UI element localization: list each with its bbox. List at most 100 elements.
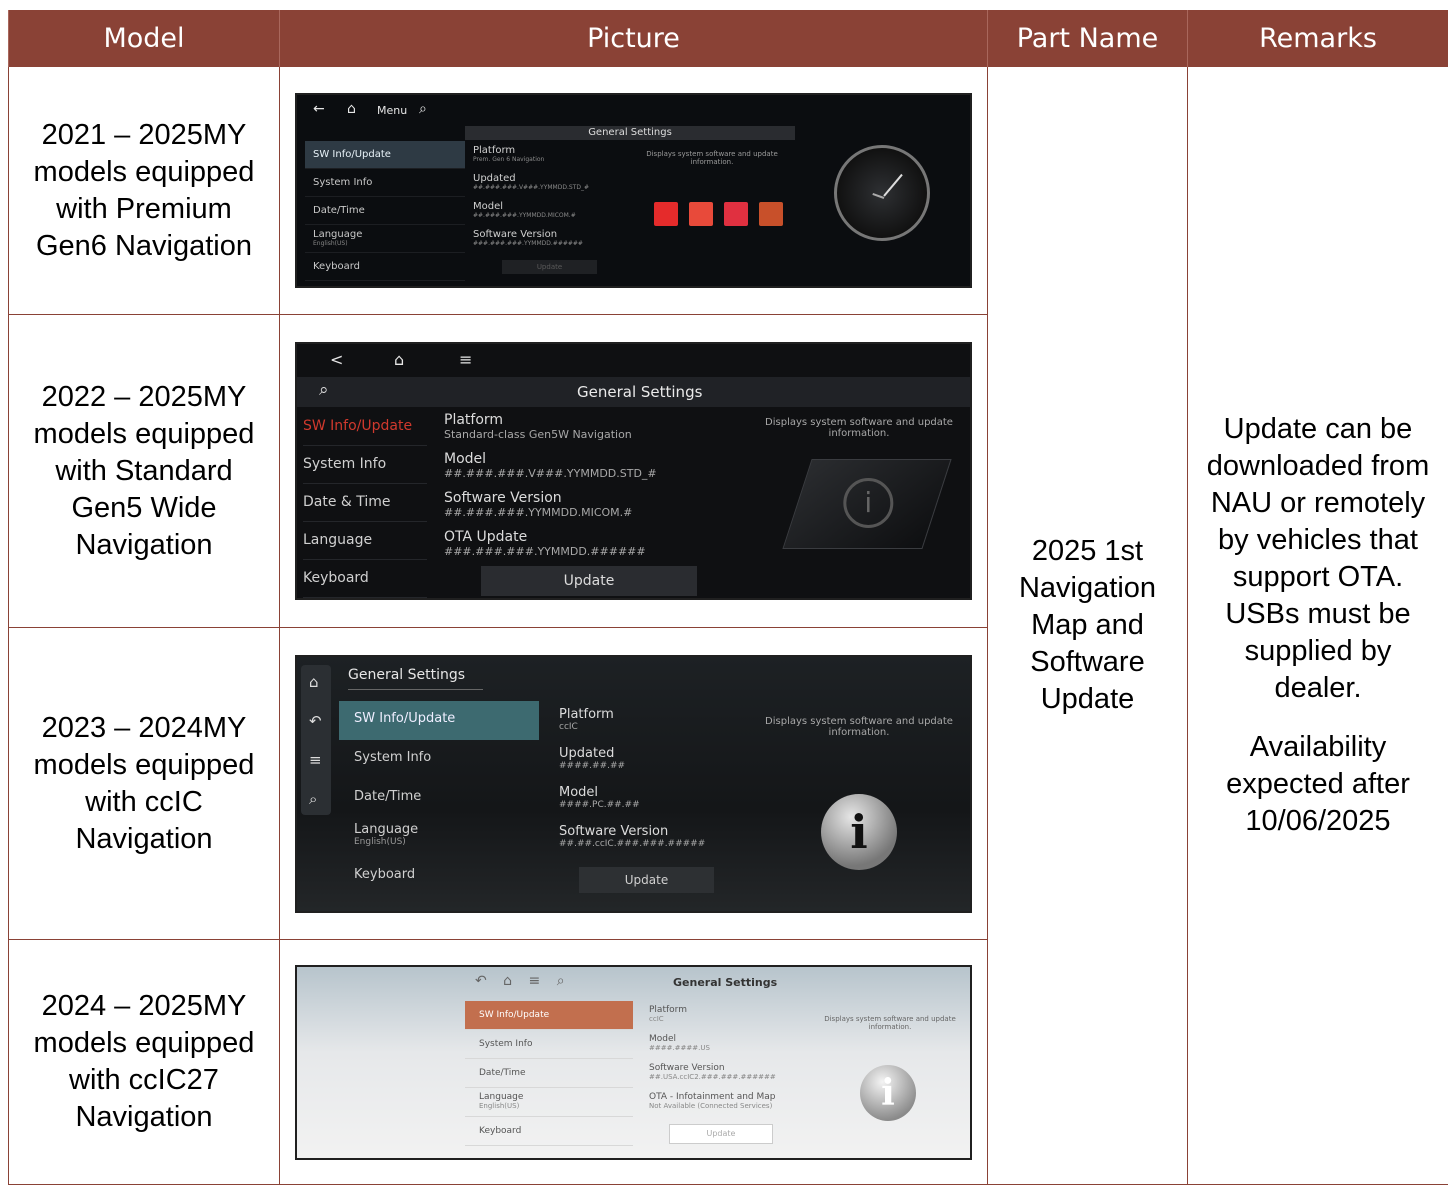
- screenshot-standard-gen5w: < ⌂ ≡ ⌕ General Settings SW Info/Update …: [295, 342, 972, 600]
- model-cell: 2021 – 2025MY models equipped with Premi…: [9, 67, 280, 315]
- header-model: Model: [9, 10, 280, 67]
- list-item: PlatformStandard-class Gen5W Navigation: [444, 412, 744, 451]
- search-icon[interactable]: ⌕: [419, 101, 427, 117]
- info-icon: i: [860, 1065, 916, 1121]
- model-cell: 2024 – 2025MY models equipped with ccIC2…: [9, 940, 280, 1185]
- screenshot-ccic27: ↶ ⌂ ≡ ⌕ General Settings SW Info/Update …: [295, 965, 972, 1160]
- list-item: Software Version##.##.ccIC.###.###.#####: [559, 824, 749, 863]
- title-bar: ⌕ General Settings: [297, 377, 972, 407]
- menu-icon[interactable]: ≡: [309, 751, 322, 769]
- side-nav: ⌂ ↶ ≡ ⌕: [301, 665, 331, 815]
- award-logo-icon: [724, 202, 748, 226]
- list-item: Software Version##.USA.ccIC2.###.###.###…: [649, 1063, 819, 1092]
- info-list: PlatformPrem. Gen 6 Navigation Updated##…: [473, 145, 623, 257]
- picture-cell: < ⌂ ≡ ⌕ General Settings SW Info/Update …: [280, 315, 988, 628]
- list-item: Software Version###.###.###.YYMMDD.#####…: [473, 229, 623, 257]
- picture-cell: ↶ ⌂ ≡ ⌕ General Settings SW Info/Update …: [280, 940, 988, 1185]
- chip-info-icon: i: [782, 459, 951, 549]
- settings-menu: SW Info/Update System Info Date/Time Lan…: [339, 701, 539, 896]
- part-name-cell: 2025 1st Navigation Map and Software Upd…: [988, 67, 1188, 1185]
- menu-item-system-info[interactable]: System Info: [303, 446, 427, 484]
- menu-item-language[interactable]: LanguageEnglish(US): [305, 225, 465, 253]
- list-item: OTA - Infotainment and MapNot Available …: [649, 1092, 819, 1121]
- menu-item-keyboard[interactable]: Keyboard: [305, 253, 465, 281]
- menu-item-system-info[interactable]: System Info: [339, 740, 539, 779]
- model-cell: 2022 – 2025MY models equipped with Stand…: [9, 315, 280, 628]
- picture-cell: ← ⌂ Menu ⌕ General Settings SW Info/Upda…: [280, 67, 988, 315]
- remarks-cell: Update can be downloaded from NAU or rem…: [1188, 67, 1448, 1185]
- settings-menu: SW Info/Update System Info Date/Time Lan…: [305, 141, 465, 281]
- list-item: PlatformccIC: [559, 707, 749, 746]
- update-button[interactable]: Update: [502, 260, 597, 274]
- description-text: Displays system software and update info…: [632, 150, 792, 166]
- menu-item-system-info[interactable]: System Info: [305, 169, 465, 197]
- menu-item-keyboard[interactable]: Keyboard: [303, 560, 427, 598]
- back-icon[interactable]: ←: [313, 101, 325, 117]
- header-part-name: Part Name: [988, 10, 1188, 67]
- list-item: Model####.####.US: [649, 1034, 819, 1063]
- search-icon[interactable]: ⌕: [309, 790, 317, 808]
- award-logo-icon: [759, 202, 783, 226]
- award-logo-icon: [689, 202, 713, 226]
- back-icon[interactable]: <: [330, 350, 343, 369]
- search-icon[interactable]: ⌕: [319, 380, 329, 400]
- bulletin-table: Model Picture Part Name Remarks 2021 – 2…: [8, 10, 1448, 1185]
- nav-icons[interactable]: ↶ ⌂ ≡ ⌕: [475, 973, 571, 989]
- update-button[interactable]: Update: [669, 1124, 773, 1144]
- header-remarks: Remarks: [1188, 10, 1448, 67]
- update-button[interactable]: Update: [579, 867, 714, 893]
- info-list: PlatformStandard-class Gen5W Navigation …: [444, 412, 744, 568]
- menu-item-sw-info[interactable]: SW Info/Update: [465, 1001, 633, 1030]
- menu-item-language[interactable]: Language: [303, 522, 427, 560]
- award-logos: [654, 202, 789, 230]
- menu-item-keyboard[interactable]: Keyboard: [339, 857, 539, 896]
- page-title: General Settings: [348, 667, 483, 690]
- menu-item-date-time[interactable]: Date/Time: [465, 1059, 633, 1088]
- back-icon[interactable]: ↶: [309, 712, 322, 730]
- page-title: General Settings: [673, 976, 777, 989]
- menu-icon[interactable]: ≡: [459, 350, 472, 369]
- picture-cell: ⌂ ↶ ≡ ⌕ General Settings SW Info/Update …: [280, 628, 988, 940]
- award-logo-icon: [654, 202, 678, 226]
- menu-item-sw-info[interactable]: SW Info/Update: [339, 701, 539, 740]
- list-item: PlatformccIC: [649, 1005, 819, 1034]
- menu-item-sw-info[interactable]: SW Info/Update: [305, 141, 465, 169]
- list-item: Updated####.##.##: [559, 746, 749, 785]
- menu-item-date-time[interactable]: Date & Time: [303, 484, 427, 522]
- screenshot-ccic: ⌂ ↶ ≡ ⌕ General Settings SW Info/Update …: [295, 655, 972, 913]
- home-icon[interactable]: ⌂: [309, 673, 319, 691]
- model-cell: 2023 – 2024MY models equipped with ccIC …: [9, 628, 280, 940]
- list-item: Software Version##.###.###.YYMMDD.MICOM.…: [444, 490, 744, 529]
- table-row: 2021 – 2025MY models equipped with Premi…: [9, 67, 1448, 315]
- description-text: Displays system software and update info…: [817, 1015, 963, 1031]
- top-nav: < ⌂ ≡: [297, 344, 972, 376]
- screenshot-premium-gen6: ← ⌂ Menu ⌕ General Settings SW Info/Upda…: [295, 93, 972, 288]
- list-item: Model##.###.###.YYMMDD.MICOM.#: [473, 201, 623, 229]
- page-title: General Settings: [577, 383, 702, 401]
- page-title: General Settings: [465, 126, 795, 140]
- home-icon[interactable]: ⌂: [394, 350, 404, 369]
- settings-menu: SW Info/Update System Info Date/Time Lan…: [465, 1001, 633, 1146]
- menu-item-language[interactable]: LanguageEnglish(US): [465, 1088, 633, 1117]
- update-button[interactable]: Update: [481, 566, 697, 596]
- list-item: Model####.PC.##.##: [559, 785, 749, 824]
- menu-item-keyboard[interactable]: Keyboard: [465, 1117, 633, 1146]
- menu-item-date-time[interactable]: Date/Time: [339, 779, 539, 818]
- top-nav: ← ⌂ Menu ⌕: [297, 95, 972, 125]
- menu-item-date-time[interactable]: Date/Time: [305, 197, 465, 225]
- list-item: Model##.###.###.V###.YYMMDD.STD_#: [444, 451, 744, 490]
- header-row: Model Picture Part Name Remarks: [9, 10, 1448, 67]
- description-text: Displays system software and update info…: [759, 417, 959, 439]
- description-text: Displays system software and update info…: [759, 716, 959, 738]
- list-item: OTA Update###.###.###.YYMMDD.######: [444, 529, 744, 568]
- home-icon[interactable]: ⌂: [347, 101, 356, 117]
- list-item: PlatformPrem. Gen 6 Navigation: [473, 145, 623, 173]
- menu-item-language[interactable]: LanguageEnglish(US): [339, 818, 539, 857]
- header-picture: Picture: [280, 10, 988, 67]
- list-item: Updated##.###.###.V###.YYMMDD.STD_#: [473, 173, 623, 201]
- menu-item-system-info[interactable]: System Info: [465, 1030, 633, 1059]
- settings-menu: SW Info/Update System Info Date & Time L…: [303, 408, 427, 598]
- info-icon: i: [821, 794, 897, 870]
- menu-item-sw-info[interactable]: SW Info/Update: [303, 408, 427, 446]
- menu-button[interactable]: Menu: [377, 104, 407, 117]
